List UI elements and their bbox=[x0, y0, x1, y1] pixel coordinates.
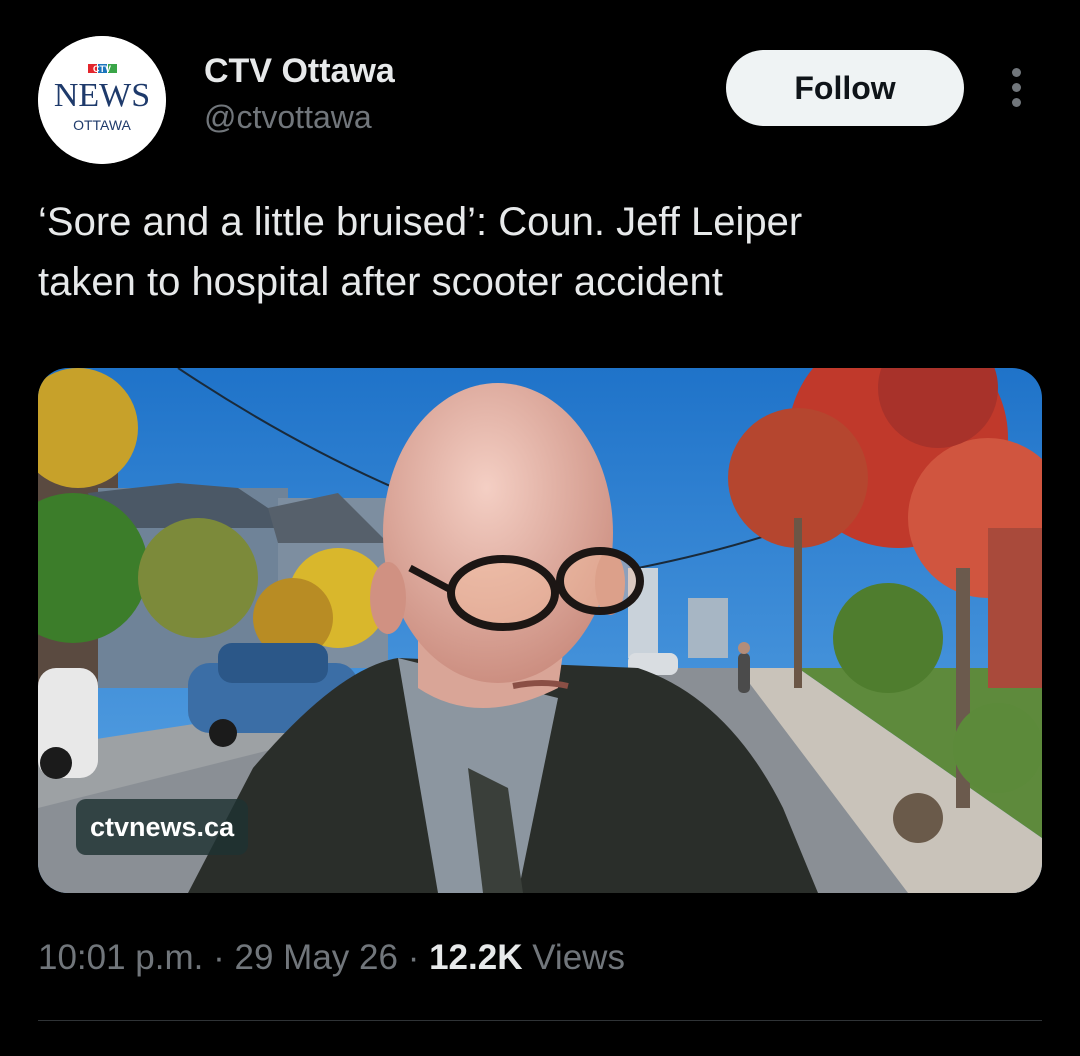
follow-button[interactable]: Follow bbox=[726, 50, 964, 126]
logo-city-text: OTTAWA bbox=[73, 117, 131, 133]
meta-separator: · bbox=[213, 938, 225, 977]
avatar[interactable]: CTV NEWS OTTAWA bbox=[38, 36, 166, 164]
more-options-button[interactable] bbox=[996, 64, 1036, 112]
divider bbox=[38, 1020, 1042, 1021]
tweet-media-image[interactable]: ctvnews.ca bbox=[38, 368, 1042, 893]
views-count: 12.2K bbox=[429, 938, 523, 977]
media-source-badge[interactable]: ctvnews.ca bbox=[76, 799, 249, 855]
more-vertical-icon bbox=[996, 64, 1036, 107]
views-label: Views bbox=[532, 938, 625, 977]
user-handle[interactable]: @ctvottawa bbox=[204, 99, 372, 136]
logo-brand-text: CTV bbox=[93, 64, 111, 74]
logo-news-text: NEWS bbox=[54, 77, 150, 114]
tweet-text: ‘Sore and a little bruised’: Coun. Jeff … bbox=[38, 200, 803, 304]
tweet-time[interactable]: 10:01 p.m. bbox=[38, 938, 203, 977]
display-name[interactable]: CTV Ottawa bbox=[204, 52, 395, 91]
tweet-meta: 10:01 p.m. · 29 May 26 · 12.2K Views bbox=[38, 938, 625, 978]
meta-separator: · bbox=[407, 938, 420, 977]
ctv-news-logo: CTV NEWS OTTAWA bbox=[38, 36, 166, 164]
tweet-card: CTV NEWS OTTAWA CTV Ottawa @ctvottawa Fo… bbox=[0, 0, 1080, 1056]
tweet-date[interactable]: 29 May 26 bbox=[235, 938, 398, 977]
